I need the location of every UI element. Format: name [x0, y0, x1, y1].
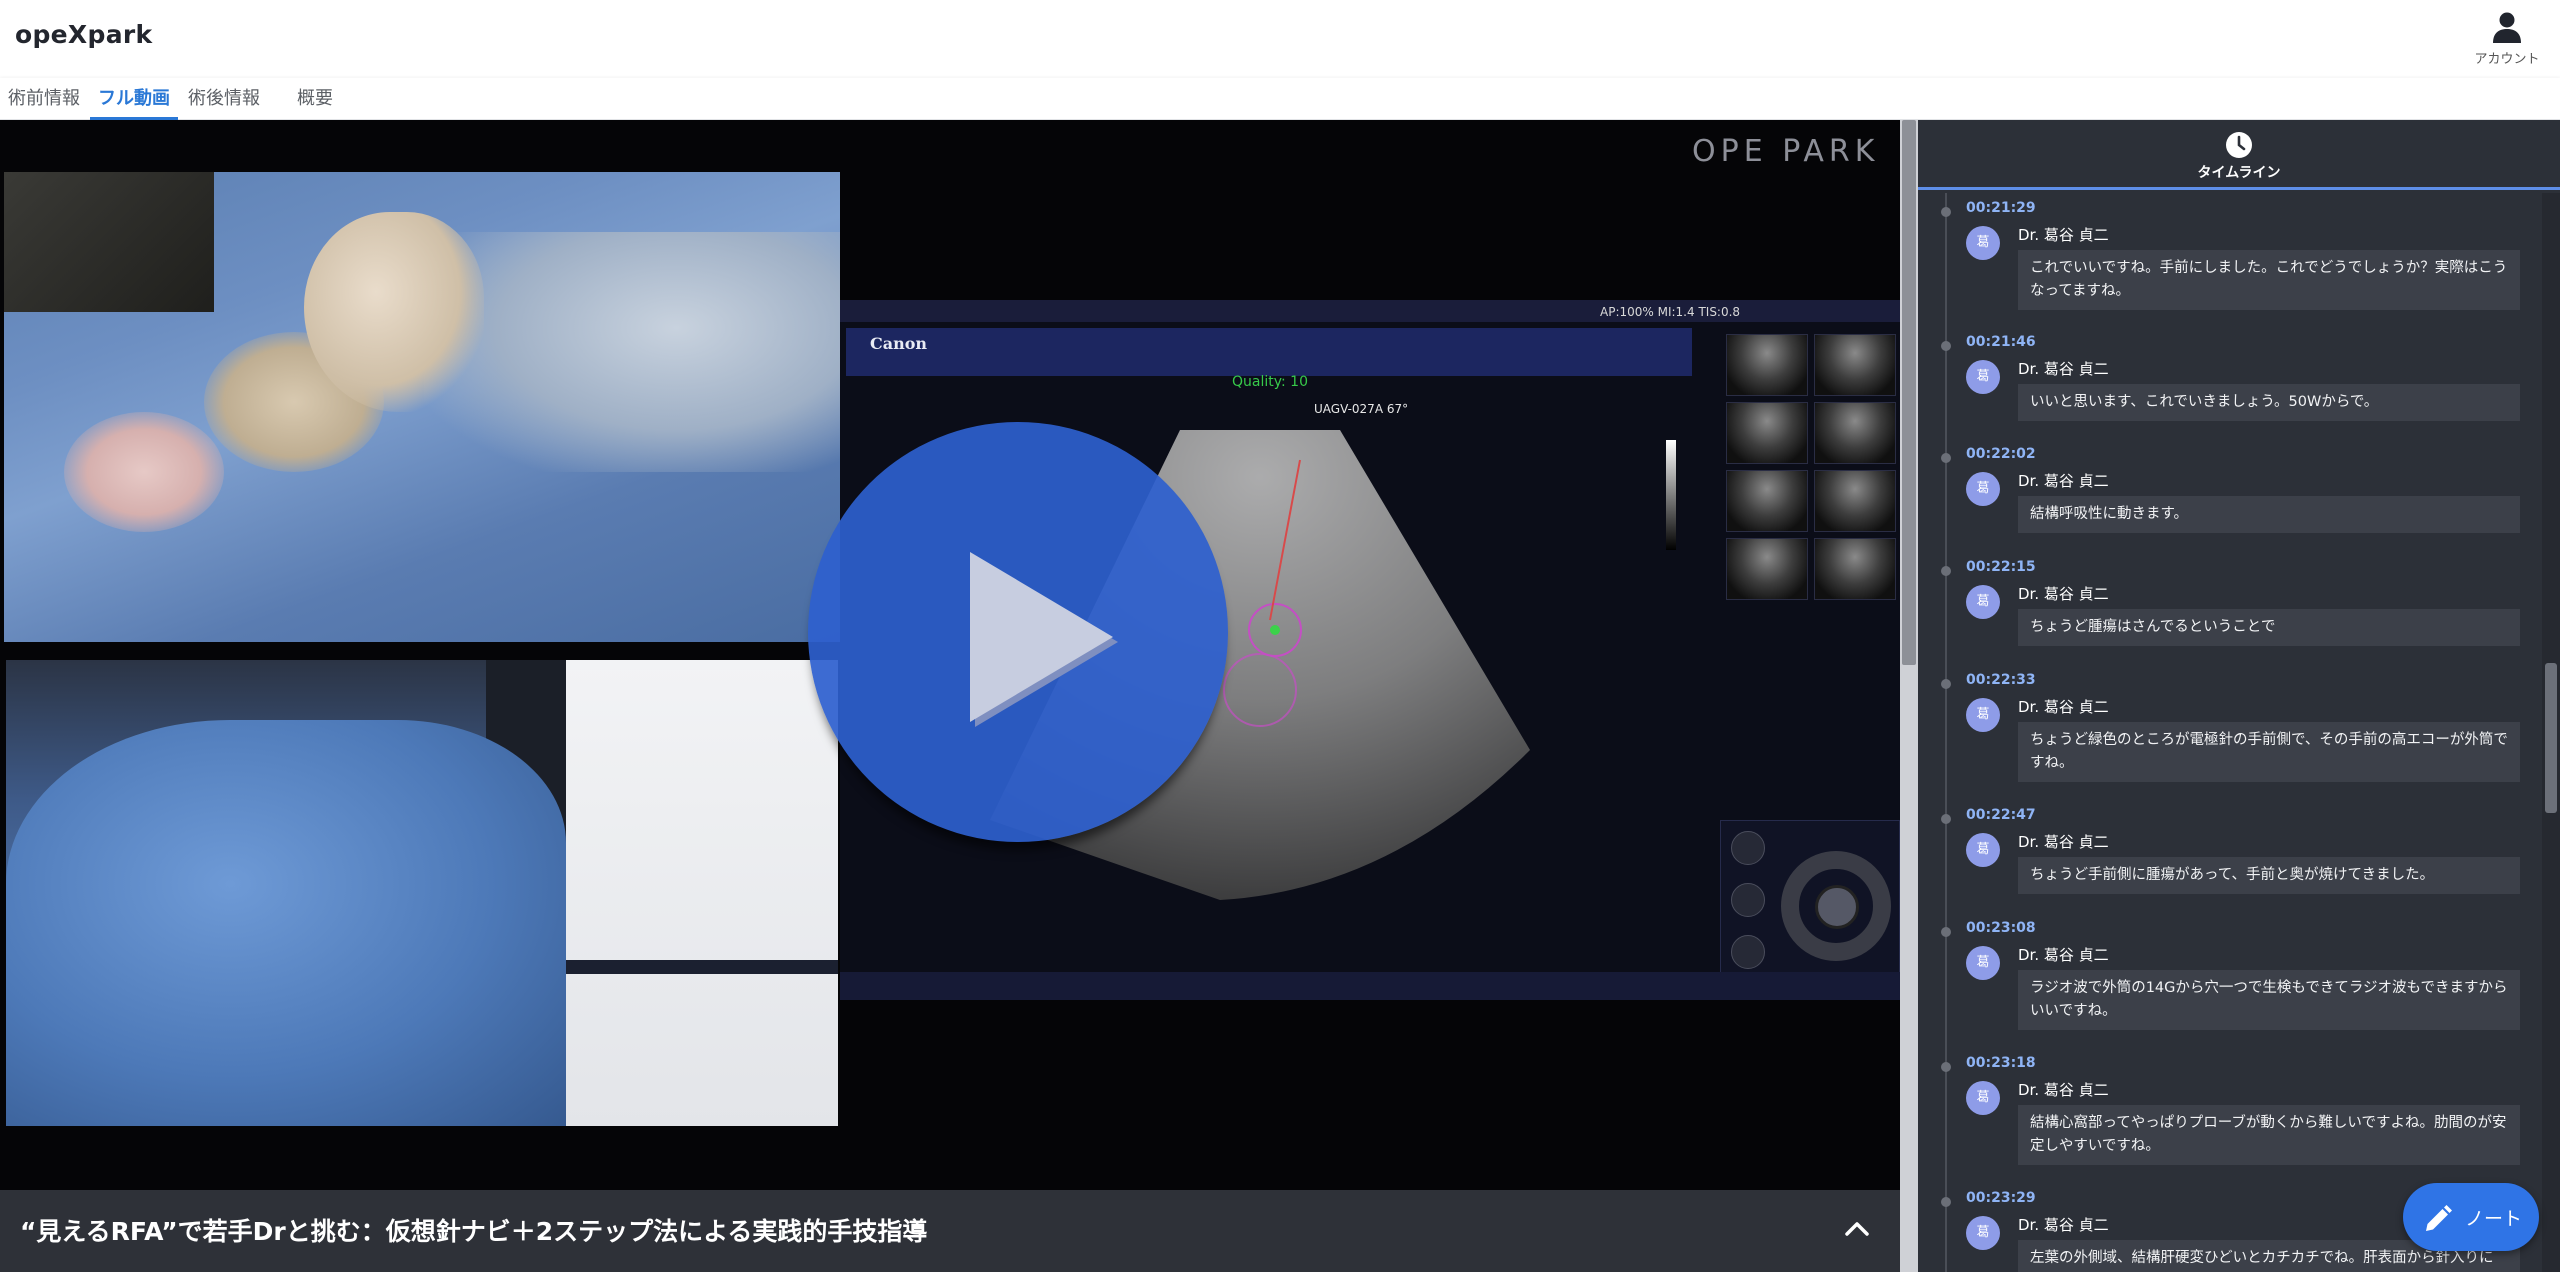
note-button-label: ノート — [2465, 1208, 2523, 1230]
timeline-timestamp[interactable]: 00:22:47 — [1966, 807, 2036, 823]
comment-text: ちょうど緑色のところが電極針の手前側で、その手前の高エコーが外筒ですね。 — [2018, 722, 2520, 782]
comment-text: 結構呼吸性に動きます。 — [2018, 496, 2520, 533]
timeline-timestamp[interactable]: 00:23:29 — [1966, 1190, 2036, 1206]
ultrasound-info: AP:100% MI:1.4 TIS:0.8 — [1600, 305, 1741, 319]
avatar: 葛 — [1966, 1081, 2000, 1115]
commenter-name: Dr. 葛谷 貞二 — [2018, 360, 2109, 378]
commenter-name: Dr. 葛谷 貞二 — [2018, 1216, 2109, 1234]
tab-bar: 術前情報 フル動画 術後情報 概要 — [0, 78, 2560, 120]
ultrasound-probe-label: UAGV-027A 67° — [1314, 402, 1409, 416]
avatar: 葛 — [1966, 360, 2000, 394]
ultrasound-quality: Quality: 10 — [1232, 374, 1308, 390]
timeline-timestamp[interactable]: 00:22:15 — [1966, 559, 2036, 575]
timeline-title: タイムライン — [2197, 165, 2281, 181]
commenter-name: Dr. 葛谷 貞二 — [2018, 585, 2109, 603]
avatar: 葛 — [1966, 226, 2000, 260]
comment-text: ラジオ波で外筒の14Gから穴一つで生検もできてラジオ波もできますからいいですね。 — [2018, 970, 2520, 1030]
pencil-icon — [2426, 1205, 2452, 1231]
tab-postop-info[interactable]: 術後情報 — [180, 78, 268, 120]
ultrasound-grayscale-bar — [1666, 440, 1676, 550]
camera-feed-bottom — [6, 660, 838, 1126]
play-button[interactable] — [808, 422, 1228, 842]
app-root: opeXpark アカウント 術前情報 フル動画 術後情報 概要 AP:100%… — [0, 0, 2560, 1272]
comment-text: いいと思います、これでいきましょう。50Wからで。 — [2018, 384, 2520, 421]
timeline-axis — [1945, 193, 1947, 1272]
video-player[interactable]: AP:100% MI:1.4 TIS:0.8 Canon Quality: 10… — [0, 120, 1900, 1190]
header: opeXpark アカウント — [0, 0, 2560, 76]
commenter-name: Dr. 葛谷 貞二 — [2018, 472, 2109, 490]
video-scrollbar-thumb[interactable] — [1902, 120, 1916, 665]
ultrasound-brand: Canon — [870, 334, 928, 353]
timeline-scrollbar-thumb[interactable] — [2545, 663, 2557, 813]
video-title: “見えるRFA”で若手Drと挑む：仮想針ナビ＋2ステップ法による実践的手技指導 — [20, 1217, 928, 1246]
timeline-timestamp[interactable]: 00:21:29 — [1966, 200, 2036, 216]
ultrasound-thumbnails — [1724, 328, 1900, 618]
timeline-timestamp[interactable]: 00:22:02 — [1966, 446, 2036, 462]
timeline-scrollbar[interactable] — [2542, 193, 2560, 1272]
tab-preop-info[interactable]: 術前情報 — [0, 78, 88, 120]
app-logo[interactable]: opeXpark — [15, 20, 152, 49]
avatar: 葛 — [1966, 1216, 2000, 1250]
timeline-timestamp[interactable]: 00:21:46 — [1966, 334, 2036, 350]
person-icon — [2493, 12, 2521, 43]
comment-text: 結構心窩部ってやっぱりプローブが動くから難しいですよね。肋間のが安定しやすいです… — [2018, 1105, 2520, 1165]
ultrasound-control-dial — [1720, 820, 1900, 980]
comment-text: ちょうど手前側に腫瘍があって、手前と奥が焼けてきました。 — [2018, 857, 2520, 894]
opepark-watermark: OPE PARK — [1692, 134, 1880, 169]
commenter-name: Dr. 葛谷 貞二 — [2018, 226, 2109, 244]
timeline-timestamp[interactable]: 00:23:18 — [1966, 1055, 2036, 1071]
commenter-name: Dr. 葛谷 貞二 — [2018, 833, 2109, 851]
commenter-name: Dr. 葛谷 貞二 — [2018, 946, 2109, 964]
comment-text: これでいいですね。手前にしました。これでどうでしょうか？実際はこうなってますね。 — [2018, 250, 2520, 310]
timeline-panel: タイムライン 00:21:29 葛 Dr. 葛谷 貞二 これでいいですね。手前に… — [1918, 120, 2560, 1272]
play-icon — [970, 552, 1118, 727]
timeline-timestamp[interactable]: 00:22:33 — [1966, 672, 2036, 688]
video-scrollbar[interactable] — [1900, 120, 1918, 1272]
clock-icon — [2226, 132, 2252, 158]
avatar: 葛 — [1966, 946, 2000, 980]
avatar: 葛 — [1966, 698, 2000, 732]
tab-full-video[interactable]: フル動画 — [90, 78, 178, 120]
account-label: アカウント — [2474, 52, 2540, 67]
avatar: 葛 — [1966, 833, 2000, 867]
timeline-timestamp[interactable]: 00:23:08 — [1966, 920, 2036, 936]
camera-feed-top — [4, 172, 840, 642]
note-button[interactable]: ノート — [2403, 1183, 2539, 1251]
avatar: 葛 — [1966, 472, 2000, 506]
chevron-up-icon[interactable] — [1842, 1214, 1872, 1244]
timeline-header[interactable]: タイムライン — [1918, 120, 2560, 190]
commenter-name: Dr. 葛谷 貞二 — [2018, 698, 2109, 716]
tab-overview[interactable]: 概要 — [280, 78, 350, 120]
commenter-name: Dr. 葛谷 貞二 — [2018, 1081, 2109, 1099]
account-button[interactable]: アカウント — [2470, 12, 2544, 67]
avatar: 葛 — [1966, 585, 2000, 619]
video-title-bar: “見えるRFA”で若手Drと挑む：仮想針ナビ＋2ステップ法による実践的手技指導 — [0, 1190, 1900, 1272]
comment-text: ちょうど腫瘍はさんでるということで — [2018, 609, 2520, 646]
